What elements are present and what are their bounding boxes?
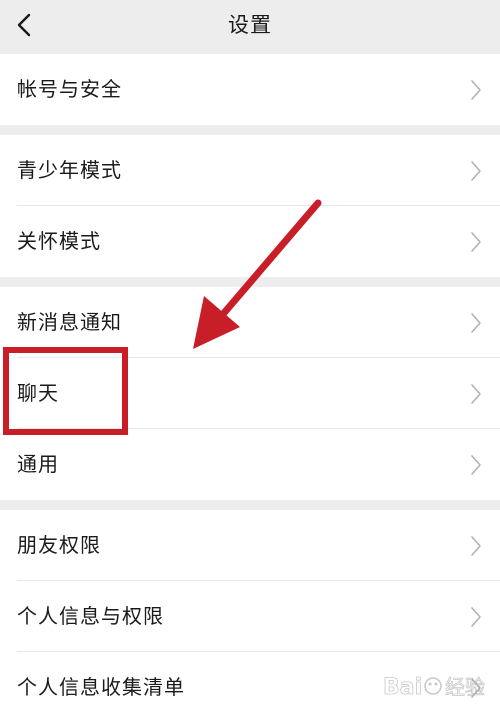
settings-item-general[interactable]: 通用 xyxy=(0,429,500,500)
settings-item-label: 个人信息收集清单 xyxy=(17,675,185,699)
chevron-right-icon xyxy=(471,678,481,698)
settings-item-account-security[interactable]: 帐号与安全 xyxy=(0,54,500,125)
settings-group-general: 新消息通知 聊天 通用 xyxy=(0,287,500,500)
settings-item-notifications[interactable]: 新消息通知 xyxy=(0,287,500,358)
settings-item-label: 关怀模式 xyxy=(17,229,101,253)
settings-item-label: 青少年模式 xyxy=(17,158,122,182)
settings-item-label: 新消息通知 xyxy=(17,310,122,334)
settings-item-chat[interactable]: 聊天 xyxy=(0,358,500,429)
settings-item-personal-info-list[interactable]: 个人信息收集清单 xyxy=(0,652,500,723)
settings-item-label: 通用 xyxy=(17,452,59,476)
settings-item-label: 朋友权限 xyxy=(17,533,101,557)
settings-item-care-mode[interactable]: 关怀模式 xyxy=(0,206,500,277)
settings-group-modes: 青少年模式 关怀模式 xyxy=(0,135,500,277)
chevron-right-icon xyxy=(471,232,481,252)
chevron-right-icon xyxy=(471,607,481,627)
settings-item-friend-permissions[interactable]: 朋友权限 xyxy=(0,510,500,581)
settings-group-account: 帐号与安全 xyxy=(0,54,500,125)
settings-group-privacy: 朋友权限 个人信息与权限 个人信息收集清单 xyxy=(0,510,500,723)
chevron-right-icon xyxy=(471,384,481,404)
chevron-right-icon xyxy=(471,536,481,556)
chevron-right-icon xyxy=(471,313,481,333)
chevron-right-icon xyxy=(471,80,481,100)
settings-item-label: 个人信息与权限 xyxy=(17,604,164,628)
settings-item-personal-info-permissions[interactable]: 个人信息与权限 xyxy=(0,581,500,652)
settings-item-label: 帐号与安全 xyxy=(17,77,122,101)
settings-item-teen-mode[interactable]: 青少年模式 xyxy=(0,135,500,206)
top-bar: 设置 xyxy=(0,0,500,52)
chevron-right-icon xyxy=(471,455,481,475)
settings-item-label: 聊天 xyxy=(17,381,59,405)
page-title: 设置 xyxy=(228,13,272,37)
chevron-right-icon xyxy=(471,161,481,181)
